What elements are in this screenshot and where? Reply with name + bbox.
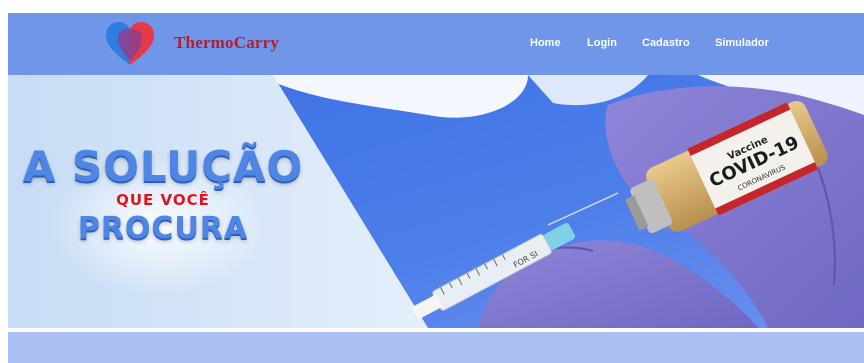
headline-line1: A SOLUÇÃO [22,142,304,191]
nav-home-link[interactable]: Home [530,37,561,49]
content-band [8,332,864,363]
hero-headline: A SOLUÇÃO QUE VOCÊ PROCURA [8,145,318,246]
nav-cadastro-link[interactable]: Cadastro [642,37,690,49]
headline-line2: QUE VOCÊ [116,191,210,209]
page: ThermoCarry Home Login Cadastro Simulado… [8,13,864,363]
nav-login-link[interactable]: Login [587,37,617,49]
nav-simulador-link[interactable]: Simulador [715,37,769,49]
navbar: ThermoCarry Home Login Cadastro Simulado… [8,13,864,75]
headline-line3: PROCURA [77,211,249,246]
hero-banner: Vaccine COVID-19 CORONAVIRUS FOR SI A SO… [8,75,864,328]
main-nav: Home Login Cadastro Simulador [8,37,864,57]
